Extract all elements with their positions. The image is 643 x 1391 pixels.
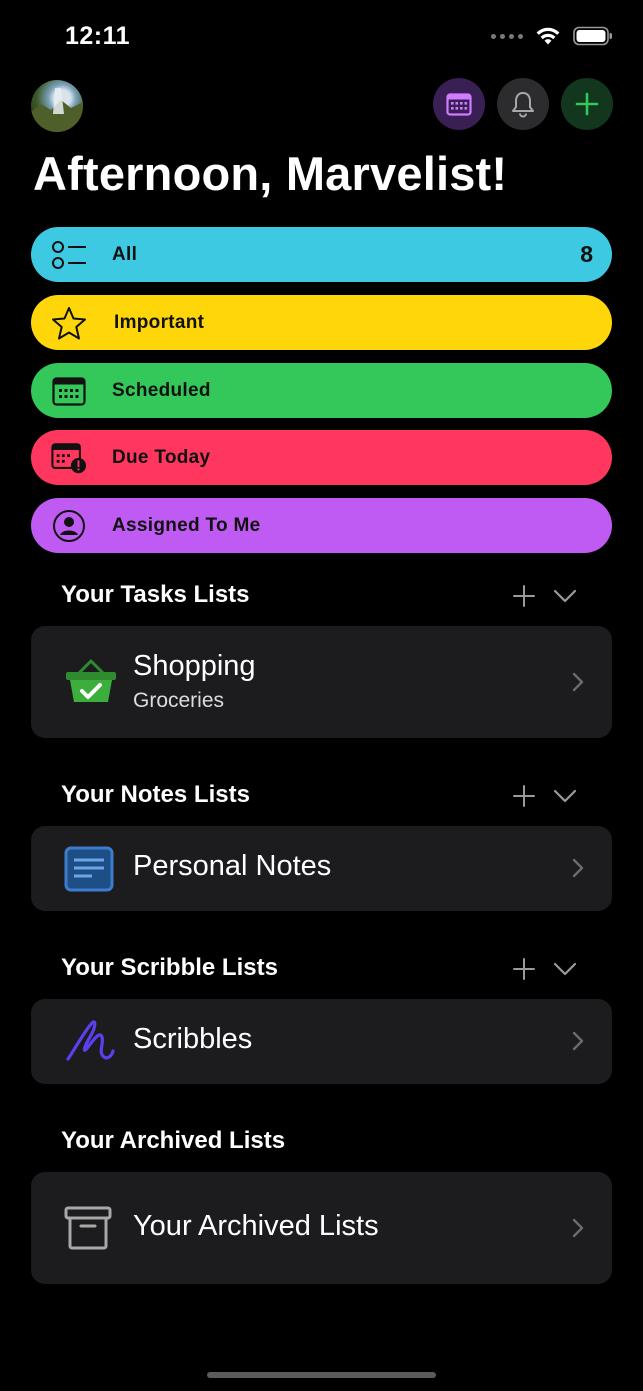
smart-list-all[interactable]: All 8 xyxy=(31,227,612,282)
list-card-archived[interactable]: Your Archived Lists xyxy=(31,1172,612,1284)
collapse-notes-chevron-down-icon[interactable] xyxy=(552,784,578,808)
chevron-right-icon xyxy=(572,858,584,878)
bell-icon xyxy=(512,92,534,118)
calendar-button[interactable] xyxy=(433,78,485,130)
note-icon xyxy=(64,846,114,892)
list-title: Shopping xyxy=(133,650,256,682)
status-time: 12:11 xyxy=(65,22,131,50)
list-title: Your Archived Lists xyxy=(133,1210,379,1242)
calendar-icon xyxy=(51,373,87,409)
calendar-alert-icon xyxy=(51,440,87,476)
status-icons xyxy=(491,26,613,46)
list-title: Scribbles xyxy=(133,1023,253,1055)
archive-icon xyxy=(64,1205,112,1251)
scribble-icon xyxy=(64,1017,116,1065)
person-icon xyxy=(51,508,87,544)
battery-icon xyxy=(573,26,612,46)
home-indicator[interactable] xyxy=(207,1372,436,1378)
scribbles-section-title: Your Scribble Lists xyxy=(61,954,278,981)
chevron-right-icon xyxy=(572,672,584,692)
list-card-shopping[interactable]: Shopping Groceries xyxy=(31,626,612,738)
avatar[interactable] xyxy=(31,80,83,132)
list-card-scribbles[interactable]: Scribbles xyxy=(31,999,612,1084)
smart-list-assigned-to-me[interactable]: Assigned To Me xyxy=(31,498,612,553)
collapse-tasks-chevron-down-icon[interactable] xyxy=(552,584,578,608)
calendar-icon xyxy=(446,93,472,116)
smart-list-scheduled[interactable]: Scheduled xyxy=(31,363,612,418)
wifi-icon xyxy=(536,27,560,45)
archived-section-title: Your Archived Lists xyxy=(61,1127,286,1154)
notes-section-actions xyxy=(512,784,578,808)
scribbles-section-actions xyxy=(512,957,578,981)
add-scribble-list-icon[interactable] xyxy=(512,957,536,981)
smart-list-label: All xyxy=(112,243,138,265)
greeting-title: Afternoon, Marvelist! xyxy=(33,147,508,200)
smart-list-label: Due Today xyxy=(112,446,211,468)
profile-photo-icon xyxy=(31,88,83,132)
smart-list-count: 8 xyxy=(580,241,593,267)
chevron-right-icon xyxy=(572,1218,584,1238)
list-card-personal-notes[interactable]: Personal Notes xyxy=(31,826,612,911)
status-bar: 12:11 xyxy=(0,0,643,72)
plus-icon xyxy=(575,92,599,116)
smart-list-label: Assigned To Me xyxy=(112,514,261,536)
header xyxy=(0,78,643,132)
signal-dots-icon xyxy=(491,33,523,39)
add-task-list-icon[interactable] xyxy=(512,584,536,608)
list-title: Personal Notes xyxy=(133,850,332,882)
smart-list-important[interactable]: Important xyxy=(31,295,612,350)
add-notes-list-icon[interactable] xyxy=(512,784,536,808)
tasks-section-title: Your Tasks Lists xyxy=(61,581,250,608)
star-icon xyxy=(51,305,87,341)
tasks-section-actions xyxy=(512,584,578,608)
collapse-scribbles-chevron-down-icon[interactable] xyxy=(552,957,578,981)
list-subtitle: Groceries xyxy=(133,689,225,712)
smart-list-label: Important xyxy=(114,311,205,333)
chevron-right-icon xyxy=(572,1031,584,1051)
smart-list-due-today[interactable]: Due Today xyxy=(31,430,612,485)
list-icon xyxy=(51,237,87,273)
smart-list-label: Scheduled xyxy=(112,379,211,401)
notes-section-title: Your Notes Lists xyxy=(61,781,250,808)
notifications-button[interactable] xyxy=(497,78,549,130)
basket-icon xyxy=(64,656,118,704)
add-button[interactable] xyxy=(561,78,613,130)
